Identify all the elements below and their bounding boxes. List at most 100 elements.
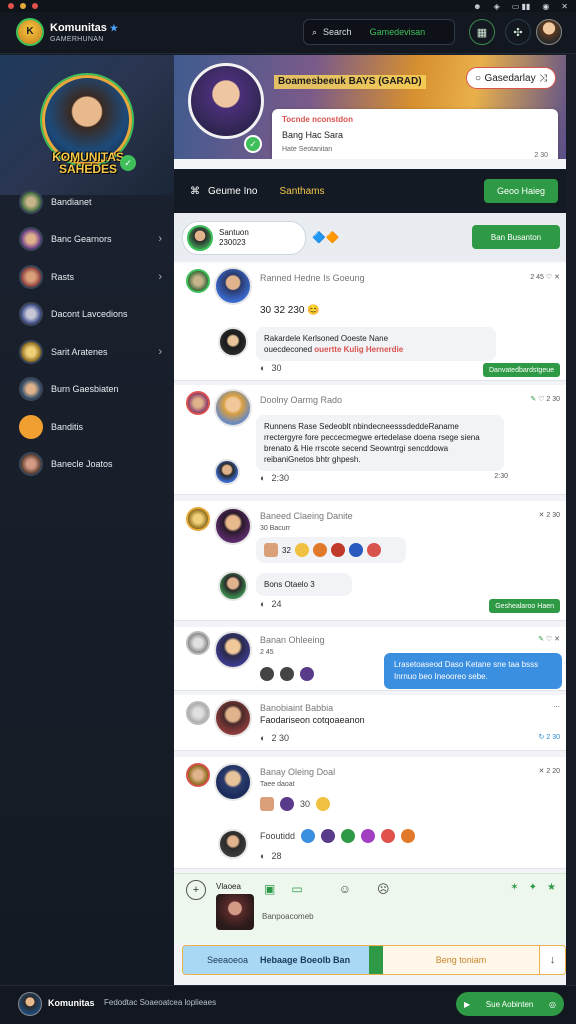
reaction-strip[interactable]: Fooutidd [260,829,416,843]
post-author[interactable]: Banan Ohleeing [260,635,325,645]
post-author[interactable]: Banay Oleing Doal [260,767,335,777]
banner-avatar[interactable] [188,63,264,139]
avatar[interactable] [214,507,252,545]
minimize-window-dot[interactable] [20,3,26,9]
avatar[interactable] [186,701,210,725]
avatar[interactable] [218,571,248,601]
reaction-strip[interactable]: 32 [256,537,406,563]
avatar[interactable] [214,763,252,801]
arrow-down-icon[interactable]: ↓ [539,946,565,974]
sticker-icon[interactable]: ☹ [377,882,390,896]
post-author[interactable]: Baneed Claeing Danite [260,511,353,521]
footer-avatar[interactable] [18,992,42,1016]
more-icon[interactable]: ⋯ [553,704,560,711]
reaction-strip[interactable]: 30 [260,797,331,811]
avatar[interactable] [218,327,248,357]
comment-text: Rakardele Kerlsoned Ooeste Nane [264,334,389,343]
puzzle-icon[interactable]: ✣ [505,19,531,45]
maximize-window-dot[interactable] [32,3,38,9]
star-icon[interactable]: ✶ [510,882,518,893]
profile-mini-icon[interactable]: ◉ [542,2,549,11]
post-author[interactable]: Doolny Oarmg Rado [260,395,342,405]
close-icon[interactable]: ✕ [561,2,568,11]
sparkle-icon[interactable]: ✦ [529,882,537,893]
notification-icon[interactable]: ☻ [473,2,481,11]
tab-action-button[interactable]: Geoo Haieg [484,179,558,203]
composer-avatar[interactable] [216,894,254,930]
emoji-icon[interactable]: ☺ [339,882,351,896]
avatar[interactable] [218,829,248,859]
tab-active[interactable]: Geume Ino [208,186,257,197]
leaf-icon[interactable]: ✎ [538,636,544,643]
post-author[interactable]: Ranned Hedne Is Goeung [260,273,365,283]
reaction-count: 30 [300,799,311,809]
avatar[interactable] [214,389,252,427]
post-author[interactable]: Banobiaint Babbia [260,703,333,713]
close-window-dot[interactable] [8,3,14,9]
emoji-icon [366,543,381,557]
heart-icon[interactable]: ♡ [546,274,552,281]
react-count: 2 30 [271,733,289,743]
heart-icon[interactable]: ♡ [538,396,544,403]
community-logo[interactable]: K [16,18,44,46]
send-bar-left[interactable]: Seeaoeoa Hebaage Boeolb Ban [183,946,369,974]
image-icon[interactable]: ▣ [264,882,275,896]
shuffle-icon: ⤨ [539,72,547,84]
emoji-icon [321,829,336,843]
composer-placeholder[interactable]: Banpoacomeb [262,912,314,921]
sidebar-item[interactable]: Banc Gearnors › [0,221,174,259]
heart-icon[interactable]: ♡ [546,636,552,643]
react-icon[interactable]: ◐ [260,733,265,743]
refresh-icon[interactable]: ↻ [539,734,545,741]
star-outline-icon[interactable]: ★ [547,882,556,893]
sidebar-item[interactable]: Burn Gaesbiaten [0,371,174,409]
sidebar-item[interactable]: Rasts › [0,258,174,296]
post-tag-pill[interactable]: Danvatedbardstgeue [483,363,560,377]
react-icon[interactable]: ◐ [260,599,265,609]
status-card[interactable]: Santuon 230023 [182,221,306,255]
avatar[interactable] [186,269,210,293]
react-icon[interactable]: ◐ [260,473,265,483]
sidebar-item[interactable]: Dacont Lavcedions [0,296,174,334]
banner-action-pill[interactable]: ○ Gasedarlay ⤨ [466,67,556,89]
sidebar-item[interactable]: Banditis [0,408,174,446]
avatar[interactable] [186,507,210,531]
comment-highlight: ouertte Kulig Hernerdie [314,345,404,354]
time-text: 2 30 [546,396,560,403]
sidebar-item[interactable]: Banecle Joatos [0,446,174,484]
send-bar-input[interactable]: Beng toniam [383,946,539,974]
react-icon[interactable]: ◐ [260,851,265,861]
feed-post: Doolny Oarmg Rado ✎ ♡ 2 30 Runnens Rase … [174,385,566,495]
react-icon[interactable]: ◐ [260,363,265,373]
avatar[interactable] [214,631,252,669]
avatar[interactable] [186,391,210,415]
create-button[interactable]: Ban Busanton [472,225,560,249]
add-icon[interactable]: + [186,880,206,900]
avatar[interactable] [214,459,240,485]
tab-second[interactable]: Santhams [279,186,324,197]
post-tag-pill[interactable]: Geshealaroo Haen [489,599,560,613]
calendar-icon[interactable]: ▦ [469,19,495,45]
avatar[interactable] [214,699,252,737]
avatar[interactable] [186,631,210,655]
search-input[interactable]: ⌕ Search Gamedevisan [303,19,455,45]
video-icon[interactable]: ▭ [291,882,302,896]
more-icon[interactable]: ✕ [539,768,545,775]
user-avatar[interactable] [536,19,562,45]
avatar [19,264,43,289]
announcement-card[interactable]: Tocnde nconstdon Bang Hac Sara Hate Seot… [272,109,558,159]
avatar[interactable] [214,267,252,305]
sidebar-item[interactable]: Sarit Aratenes › [0,333,174,371]
menu-chip[interactable]: ▭ ▮▮ [512,2,531,11]
close-icon[interactable]: ✕ [554,636,560,643]
avatar[interactable] [186,763,210,787]
footer-action-button[interactable]: ▶ Sue Aobinten ◎ [456,992,564,1016]
share-icon[interactable]: ✕ [554,274,560,281]
location-icon[interactable]: ◈ [494,2,500,11]
comment-bubble: Bons Otaelo 3 [256,573,352,596]
post-meta-count: 2:30 [494,473,508,480]
community-banner: ✓ Boamesbeeuk BAYS (GARAD) ○ Gasedarlay … [174,55,566,159]
sidebar-item[interactable]: Bandianet [0,183,174,221]
post-time: ✕ 2 20 [539,767,560,775]
more-icon[interactable]: ✕ [539,512,545,519]
